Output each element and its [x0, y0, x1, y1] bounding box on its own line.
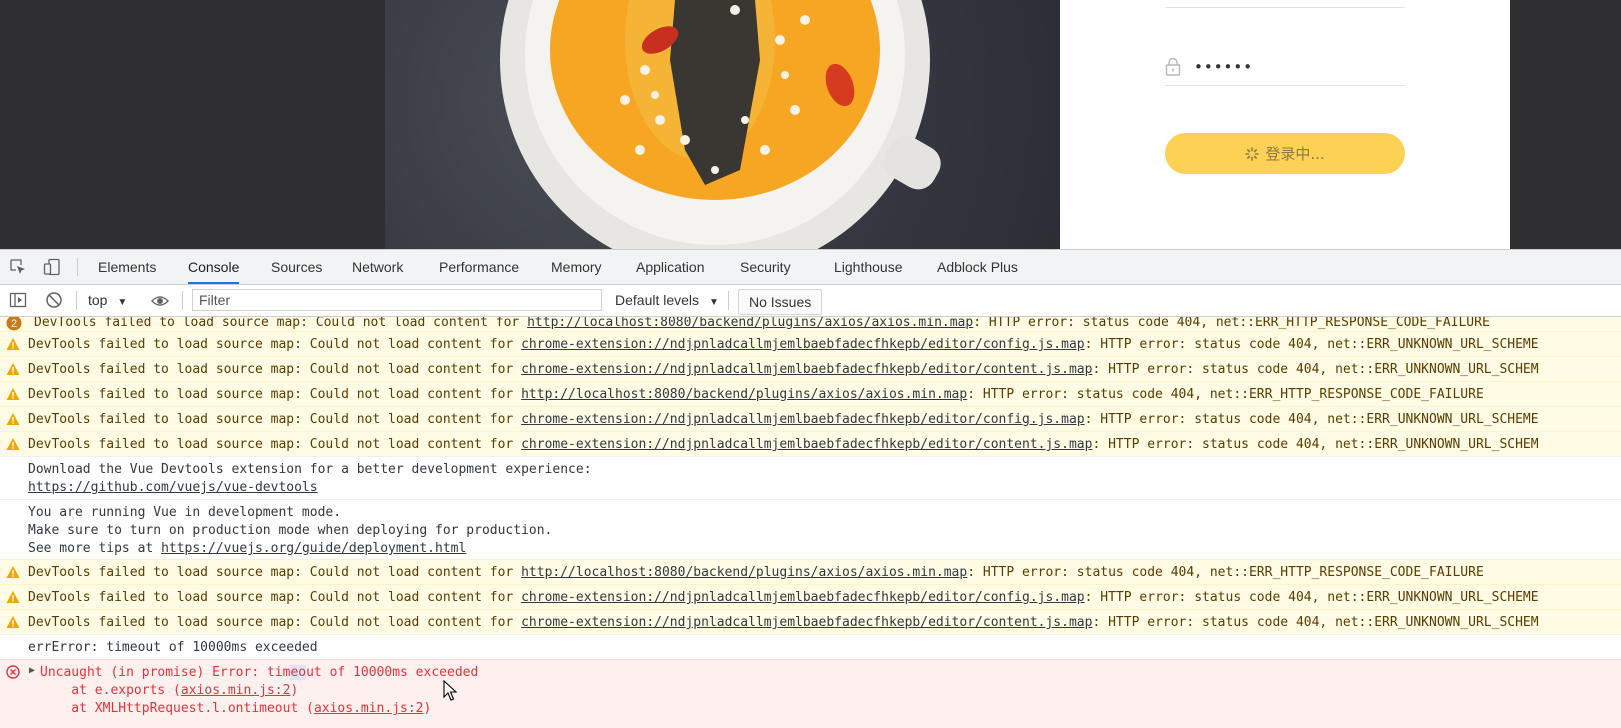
console-warning-row[interactable]: DevTools failed to load source map: Coul… — [0, 609, 1621, 635]
console-warning-row[interactable]: DevTools failed to load source map: Coul… — [0, 584, 1621, 610]
warning-icon — [6, 338, 20, 350]
page-viewport: •••••• 登录中... — [0, 0, 1621, 249]
source-map-link[interactable]: chrome-extension://ndjpnladcallmjemlbaeb… — [521, 590, 1085, 605]
console-warning-row[interactable]: 2 DevTools failed to load source map: Co… — [0, 317, 1621, 332]
error-icon — [6, 665, 20, 679]
console-warning-row[interactable]: DevTools failed to load source map: Coul… — [0, 559, 1621, 585]
warning-icon — [6, 616, 20, 628]
tab-memory[interactable]: Memory — [551, 250, 602, 284]
login-button[interactable]: 登录中... — [1165, 133, 1405, 174]
context-label: top — [88, 292, 108, 308]
expand-triangle-icon[interactable]: ▶ — [29, 665, 35, 676]
error-message: Uncaught (in promise) Error: timeout of … — [40, 665, 479, 680]
tab-application[interactable]: Application — [636, 250, 705, 284]
info-message: Download the Vue Devtools extension for … — [28, 462, 592, 495]
food-photo — [385, 0, 1060, 249]
console-error-row[interactable]: ▶ Uncaught (in promise) Error: timeout o… — [0, 659, 1621, 728]
stack-frame: at XMLHttpRequest.l.ontimeout (axios.min… — [40, 701, 432, 716]
source-map-link[interactable]: http://localhost:8080/backend/plugins/ax… — [521, 387, 967, 402]
log-levels-selector[interactable]: Default levels ▼ — [615, 292, 719, 308]
tab-adblock-plus[interactable]: Adblock Plus — [937, 250, 1018, 284]
password-underline — [1165, 85, 1405, 86]
vue-deployment-link[interactable]: https://vuejs.org/guide/deployment.html — [161, 541, 466, 556]
spinner-icon — [1245, 146, 1260, 161]
issues-button[interactable]: No Issues — [738, 289, 823, 315]
warning-message: DevTools failed to load source map: Coul… — [28, 590, 1539, 605]
eye-icon[interactable] — [151, 292, 169, 310]
warning-count: 2 — [11, 318, 17, 330]
tab-network[interactable]: Network — [352, 250, 403, 284]
console-warning-row[interactable]: DevTools failed to load source map: Coul… — [0, 356, 1621, 382]
show-sidebar-icon[interactable] — [9, 291, 27, 309]
console-warning-row[interactable]: DevTools failed to load source map: Coul… — [0, 406, 1621, 432]
warning-icon — [6, 591, 20, 603]
chevron-down-icon: ▼ — [708, 297, 719, 308]
tab-lighthouse[interactable]: Lighthouse — [834, 250, 903, 284]
warning-icon — [6, 413, 20, 425]
warning-message: DevTools failed to load source map: Coul… — [28, 387, 1484, 402]
clear-console-icon[interactable] — [45, 291, 63, 309]
console-log-row[interactable]: errError: timeout of 10000ms exceeded — [0, 634, 1621, 660]
warning-message: DevTools failed to load source map: Coul… — [28, 362, 1539, 377]
warning-message: DevTools failed to load source map: Coul… — [28, 337, 1539, 352]
log-message: errError: timeout of 10000ms exceeded — [28, 640, 318, 655]
username-underline — [1165, 7, 1405, 8]
toolbar-divider — [76, 291, 77, 310]
food-bowl-illustration — [500, 0, 941, 249]
devtools-panel: Elements Console Sources Network Perform… — [0, 249, 1621, 728]
warning-icon — [6, 566, 20, 578]
devtools-tabbar: Elements Console Sources Network Perform… — [0, 250, 1621, 285]
log-levels-label: Default levels — [615, 292, 700, 308]
source-map-link[interactable]: http://localhost:8080/backend/plugins/ax… — [521, 565, 967, 580]
login-button-label: 登录中... — [1265, 145, 1325, 163]
vue-devtools-link[interactable]: https://github.com/vuejs/vue-devtools — [28, 480, 318, 495]
stack-frame-link[interactable]: axios.min.js:2 — [181, 683, 291, 698]
warning-message: DevTools failed to load source map: Coul… — [34, 317, 1490, 330]
source-map-link[interactable]: chrome-extension://ndjpnladcallmjemlbaeb… — [521, 362, 1092, 377]
source-map-link[interactable]: chrome-extension://ndjpnladcallmjemlbaeb… — [521, 437, 1092, 452]
stack-frame-link[interactable]: axios.min.js:2 — [314, 701, 424, 716]
tab-console[interactable]: Console — [188, 250, 240, 284]
warning-message: DevTools failed to load source map: Coul… — [28, 615, 1539, 630]
device-toolbar-icon[interactable] — [43, 258, 61, 276]
tab-security[interactable]: Security — [740, 250, 791, 284]
selected-text: eo — [290, 665, 307, 680]
source-map-link[interactable]: chrome-extension://ndjpnladcallmjemlbaeb… — [521, 337, 1085, 352]
source-map-link[interactable]: chrome-extension://ndjpnladcallmjemlbaeb… — [521, 615, 1092, 630]
toolbar-divider — [728, 291, 729, 310]
toolbar-divider — [182, 291, 183, 310]
source-map-link[interactable]: chrome-extension://ndjpnladcallmjemlbaeb… — [521, 412, 1085, 427]
chevron-down-icon: ▼ — [117, 297, 128, 308]
console-toolbar: top ▼ Default levels ▼ No Issues — [0, 285, 1621, 317]
mouse-cursor-icon — [443, 680, 457, 701]
password-field[interactable]: •••••• — [1194, 56, 1394, 78]
tab-sources[interactable]: Sources — [271, 250, 322, 284]
warning-count-badge-icon: 2 — [6, 317, 22, 331]
stack-frame: at e.exports (axios.min.js:2) — [40, 683, 299, 698]
right-background — [1510, 0, 1621, 249]
login-panel: •••••• 登录中... — [1060, 0, 1510, 249]
lock-icon — [1165, 57, 1181, 76]
console-warning-row[interactable]: DevTools failed to load source map: Coul… — [0, 381, 1621, 407]
tabbar-divider — [77, 258, 78, 276]
console-warning-row[interactable]: DevTools failed to load source map: Coul… — [0, 331, 1621, 357]
warning-message: DevTools failed to load source map: Coul… — [28, 565, 1484, 580]
warning-message: DevTools failed to load source map: Coul… — [28, 412, 1539, 427]
console-info-row[interactable]: You are running Vue in development mode.… — [0, 499, 1621, 560]
warning-icon — [6, 363, 20, 375]
warning-message: DevTools failed to load source map: Coul… — [28, 437, 1539, 452]
console-warning-row[interactable]: DevTools failed to load source map: Coul… — [0, 431, 1621, 457]
tab-elements[interactable]: Elements — [98, 250, 156, 284]
inspect-element-icon[interactable] — [9, 258, 27, 276]
warning-icon — [6, 438, 20, 450]
context-selector[interactable]: top ▼ — [88, 292, 127, 308]
source-map-link[interactable]: http://localhost:8080/backend/plugins/ax… — [527, 317, 973, 330]
tab-performance[interactable]: Performance — [439, 250, 519, 284]
console-messages: 2 DevTools failed to load source map: Co… — [0, 317, 1621, 728]
console-info-row[interactable]: Download the Vue Devtools extension for … — [0, 456, 1621, 500]
filter-input[interactable] — [192, 289, 602, 311]
info-message: You are running Vue in development mode.… — [28, 505, 553, 556]
warning-icon — [6, 388, 20, 400]
